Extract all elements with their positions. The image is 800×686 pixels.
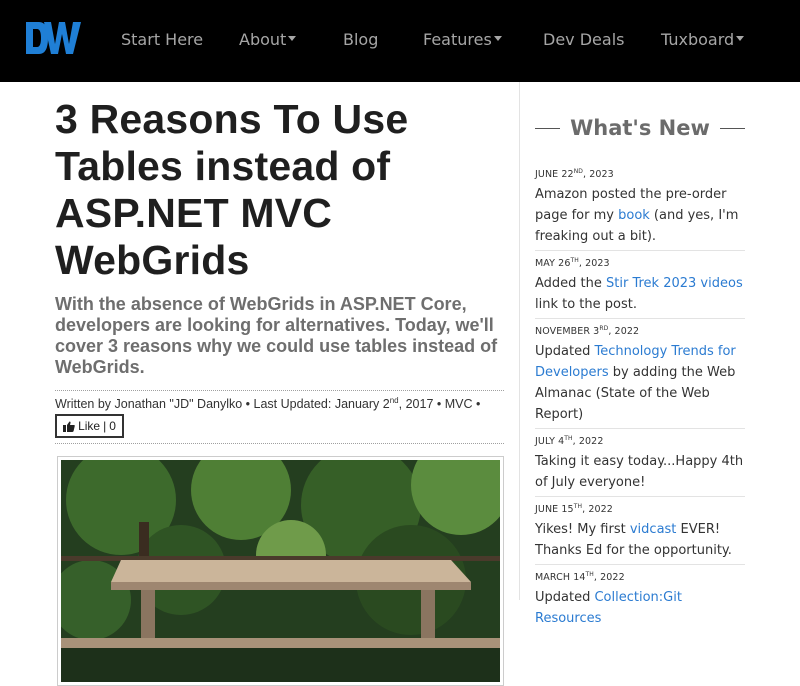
news-item: June 22nd, 2023 Amazon posted the pre-or…	[535, 168, 745, 247]
like-separator: |	[103, 419, 107, 433]
news-item: November 3rd, 2022 Updated Technology Tr…	[535, 325, 745, 425]
news-item: March 14th, 2022 Updated Collection:Git …	[535, 571, 745, 629]
news-date: May 26th, 2023	[535, 257, 610, 270]
news-link-book[interactable]: book	[618, 208, 650, 223]
nav-blog[interactable]: Blog	[343, 30, 378, 49]
top-navbar: Start Here About Blog Features Dev Deals…	[0, 0, 800, 82]
article-hero-image	[57, 456, 504, 686]
nav-start-here[interactable]: Start Here	[121, 30, 203, 49]
news-item: July 4th, 2022 Taking it easy today...Ha…	[535, 435, 744, 491]
nav-dev-deals[interactable]: Dev Deals	[543, 30, 624, 49]
news-link-vidcast[interactable]: vidcast	[630, 522, 677, 537]
divider	[55, 443, 504, 444]
article-subtitle: With the absence of WebGrids in ASP.NET …	[55, 294, 498, 377]
news-item: June 15th, 2022 Yikes! My first vidcast …	[535, 503, 745, 561]
news-date: June 15th, 2022	[535, 503, 613, 516]
news-date: July 4th, 2022	[535, 435, 604, 448]
article-byline: Written by Jonathan "JD" Danylko • Last …	[55, 396, 481, 412]
chevron-down-icon	[288, 36, 297, 41]
whats-new-heading: What's New	[535, 116, 745, 140]
article-title: 3 Reasons To Use Tables instead of ASP.N…	[55, 96, 409, 283]
like-count: 0	[109, 419, 116, 433]
thumbs-up-icon	[63, 421, 75, 432]
sidebar-divider	[519, 82, 520, 600]
nav-about[interactable]: About	[239, 30, 297, 49]
picnic-table-photo	[61, 460, 500, 682]
chevron-down-icon	[736, 36, 745, 41]
nav-tuxboard[interactable]: Tuxboard	[661, 30, 745, 49]
nav-features[interactable]: Features	[423, 30, 502, 49]
news-item: May 26th, 2023 Added the Stir Trek 2023 …	[535, 257, 745, 315]
news-date: June 22nd, 2023	[535, 168, 614, 181]
dw-logo[interactable]	[26, 20, 82, 56]
news-date: November 3rd, 2022	[535, 325, 640, 338]
like-label: Like	[78, 419, 101, 433]
news-date: March 14th, 2022	[535, 571, 625, 584]
news-link-stir-trek[interactable]: Stir Trek 2023 videos	[606, 276, 743, 291]
divider	[55, 390, 504, 391]
chevron-down-icon	[493, 36, 502, 41]
like-button[interactable]: Like | 0	[55, 414, 124, 438]
